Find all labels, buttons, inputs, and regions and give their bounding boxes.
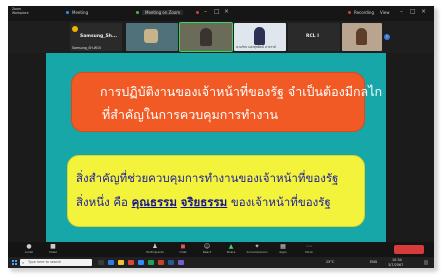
minimize-icon[interactable]: –	[204, 9, 207, 15]
camera-icon: ■	[50, 243, 56, 250]
language-indicator[interactable]: ENG	[370, 260, 377, 264]
video-person	[254, 27, 265, 45]
participant-tile[interactable]	[126, 23, 178, 51]
slide-yellow-box: สิ่งสำคัญที่ช่วยควบคุมการทำงานของเจ้าหน้…	[67, 155, 365, 227]
chat-button[interactable]: ◼ Chat	[176, 243, 190, 255]
close-icon[interactable]: ×	[224, 9, 229, 15]
app-title: Zoom Workplace	[12, 7, 29, 15]
participant-tile[interactable]: Samsung_Sh... Samsung_SH-W15	[70, 23, 122, 51]
zoom-taskbar-icon[interactable]	[138, 260, 144, 265]
word-icon[interactable]	[168, 260, 174, 265]
slide-text-line: ที่สำคัญในการควบคุมการทำงาน	[102, 107, 278, 122]
slide-orange-box: การปฏิบัติงานของเจ้าหน้าที่ของรัฐ จำเป็น…	[71, 72, 382, 132]
record-icon	[196, 11, 199, 14]
search-icon: ⌕	[22, 260, 25, 265]
recording-indicator-icon	[348, 11, 351, 14]
video-button[interactable]: ■ Video	[46, 243, 60, 255]
clock-date[interactable]: 3/7/2567	[388, 263, 403, 267]
maximize-icon[interactable]: □	[214, 9, 220, 15]
participant-tile[interactable]: ห.นภัทร แสงสุขศิลป์ อาจารย์	[234, 23, 286, 51]
recording-label[interactable]: Recording	[354, 10, 374, 15]
chat-icon: ◼	[180, 243, 186, 250]
app-icon[interactable]	[178, 260, 184, 265]
more-button[interactable]: ⋯ More	[302, 243, 316, 255]
chrome-icon[interactable]	[128, 260, 134, 265]
slide-text-line: สิ่งหนึ่ง คือ คุณธรรม จริยธรรม ของเจ้าหน…	[76, 194, 331, 212]
shared-screen-slide: การปฏิบัติงานของเจ้าหน้าที่ของรัฐ จำเป็น…	[46, 53, 386, 242]
participants-button[interactable]: ♟ Participants	[146, 243, 164, 255]
window-maximize-icon[interactable]: □	[410, 9, 416, 15]
slide-keyword: จริยธรรม	[180, 195, 228, 209]
task-view-icon[interactable]	[98, 260, 104, 265]
meeting-title[interactable]: Meeting on Zoom	[142, 10, 184, 15]
shield-icon	[66, 11, 69, 14]
people-icon: ♟	[152, 243, 158, 250]
meeting-tab[interactable]: Meeting	[72, 10, 88, 15]
react-button[interactable]: ☺ React	[200, 243, 214, 255]
view-button[interactable]: View	[380, 10, 390, 15]
participant-title: Samsung_Sh...	[80, 34, 118, 39]
excel-icon[interactable]	[148, 260, 154, 265]
smile-icon: ☺	[203, 243, 211, 250]
share-button[interactable]: ▲ Share	[224, 243, 238, 255]
apps-icon: ▦	[280, 243, 286, 250]
apps-button[interactable]: ▦ Apps	[276, 243, 290, 255]
file-explorer-icon[interactable]	[118, 260, 124, 265]
weather-label[interactable]: 25°C	[326, 260, 334, 264]
taskbar-search-input[interactable]: ⌕ Type here to search	[20, 259, 92, 266]
participant-title: RCL I	[306, 34, 319, 39]
participant-name: Samsung_SH-W15	[72, 46, 102, 50]
end-button[interactable]	[394, 245, 424, 254]
edge-icon[interactable]	[108, 260, 114, 265]
sparkle-icon: ✦	[254, 243, 260, 250]
participant-tile[interactable]	[342, 23, 382, 51]
slide-text-segment: ของเจ้าหน้าที่ของรัฐ	[227, 195, 331, 209]
zoom-window: Zoom Workplace Meeting Meeting on Zoom –…	[8, 6, 434, 268]
ai-companion-button[interactable]: ✦ AI Companion	[247, 243, 268, 255]
meeting-toolbar: ● Audio ■ Video ♟ Participants ◼ Chat ☺ React…	[8, 242, 434, 257]
notification-icon[interactable]	[424, 260, 428, 265]
audio-button[interactable]: ● Audio	[22, 243, 36, 255]
participant-tile-active[interactable]	[179, 22, 233, 52]
avatar	[72, 26, 78, 32]
slide-keyword: คุณธรรม	[131, 195, 177, 209]
participant-tile[interactable]: RCL I	[288, 23, 340, 51]
title-bar: Zoom Workplace Meeting Meeting on Zoom –…	[8, 6, 434, 21]
video-person	[200, 28, 212, 46]
windows-taskbar: ⌕ Type here to search 25°C ENG 10:34 3/7…	[8, 257, 434, 268]
video-person	[356, 28, 367, 45]
powerpoint-icon[interactable]	[158, 260, 164, 265]
clock-time[interactable]: 10:34	[392, 258, 402, 262]
window-minimize-icon[interactable]: –	[400, 9, 403, 15]
next-page-icon[interactable]: ›	[384, 34, 390, 40]
windows-start-icon[interactable]	[12, 260, 17, 265]
microphone-icon: ●	[26, 243, 32, 250]
window-close-icon[interactable]: ×	[421, 9, 426, 15]
slide-text-segment: สิ่งหนึ่ง คือ	[76, 195, 132, 209]
participant-strip: Samsung_Sh... Samsung_SH-W15 ห.นภัทร แสง…	[8, 21, 434, 53]
participant-name: ห.นภัทร แสงสุขศิลป์ อาจารย์	[236, 45, 276, 49]
more-icon: ⋯	[306, 243, 312, 250]
slide-text-line: สิ่งสำคัญที่ช่วยควบคุมการทำงานของเจ้าหน้…	[76, 171, 339, 185]
share-icon: ▲	[228, 243, 234, 250]
video-thumbnail	[144, 29, 158, 43]
lock-icon	[136, 11, 139, 14]
slide-text-line: การปฏิบัติงานของเจ้าหน้าที่ของรัฐ จำเป็น…	[100, 84, 383, 99]
